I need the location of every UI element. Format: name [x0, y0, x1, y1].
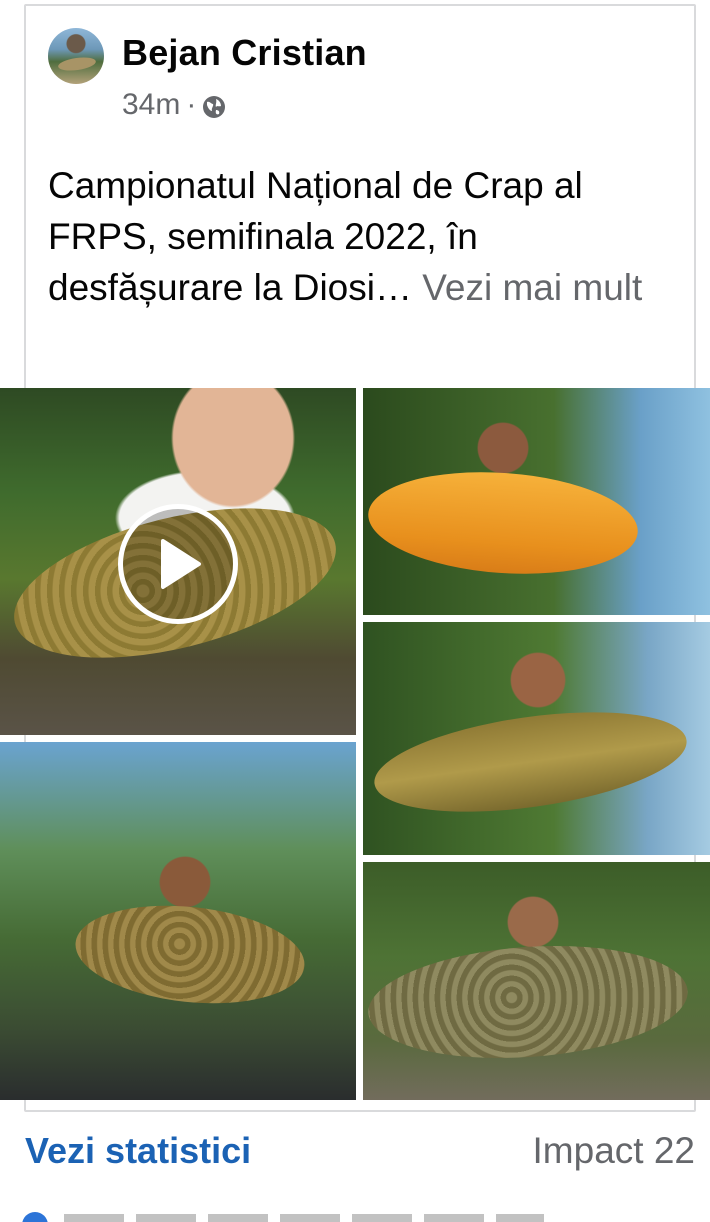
post-time[interactable]: 34m	[122, 88, 180, 122]
partial-avatar	[22, 1212, 48, 1222]
see-more-link[interactable]: Vezi mai mult	[422, 267, 642, 308]
fish-image	[368, 695, 693, 829]
next-item-partial	[22, 1212, 682, 1222]
fish-image	[364, 463, 642, 583]
photo-5[interactable]	[363, 862, 710, 1100]
post-meta: 34m ·	[122, 88, 226, 122]
partial-text	[64, 1214, 544, 1222]
fish-image	[364, 935, 692, 1069]
photo-4[interactable]	[0, 742, 356, 1100]
post-header: Bejan Cristian 34m ·	[48, 28, 668, 121]
photo-3[interactable]	[363, 622, 710, 855]
meta-separator: ·	[186, 88, 197, 121]
fish-image	[70, 895, 310, 1014]
post-footer: Vezi statistici Impact 22	[0, 1128, 710, 1178]
impact-count: Impact 22	[532, 1130, 695, 1171]
view-stats-link[interactable]: Vezi statistici	[25, 1130, 251, 1172]
author-name[interactable]: Bejan Cristian	[122, 32, 367, 74]
post-text: Campionatul Național de Crap al FRPS, se…	[48, 160, 668, 313]
globe-icon[interactable]	[202, 93, 226, 118]
photo-2[interactable]	[363, 388, 710, 615]
author-avatar[interactable]	[48, 28, 104, 84]
play-icon[interactable]	[118, 504, 238, 624]
